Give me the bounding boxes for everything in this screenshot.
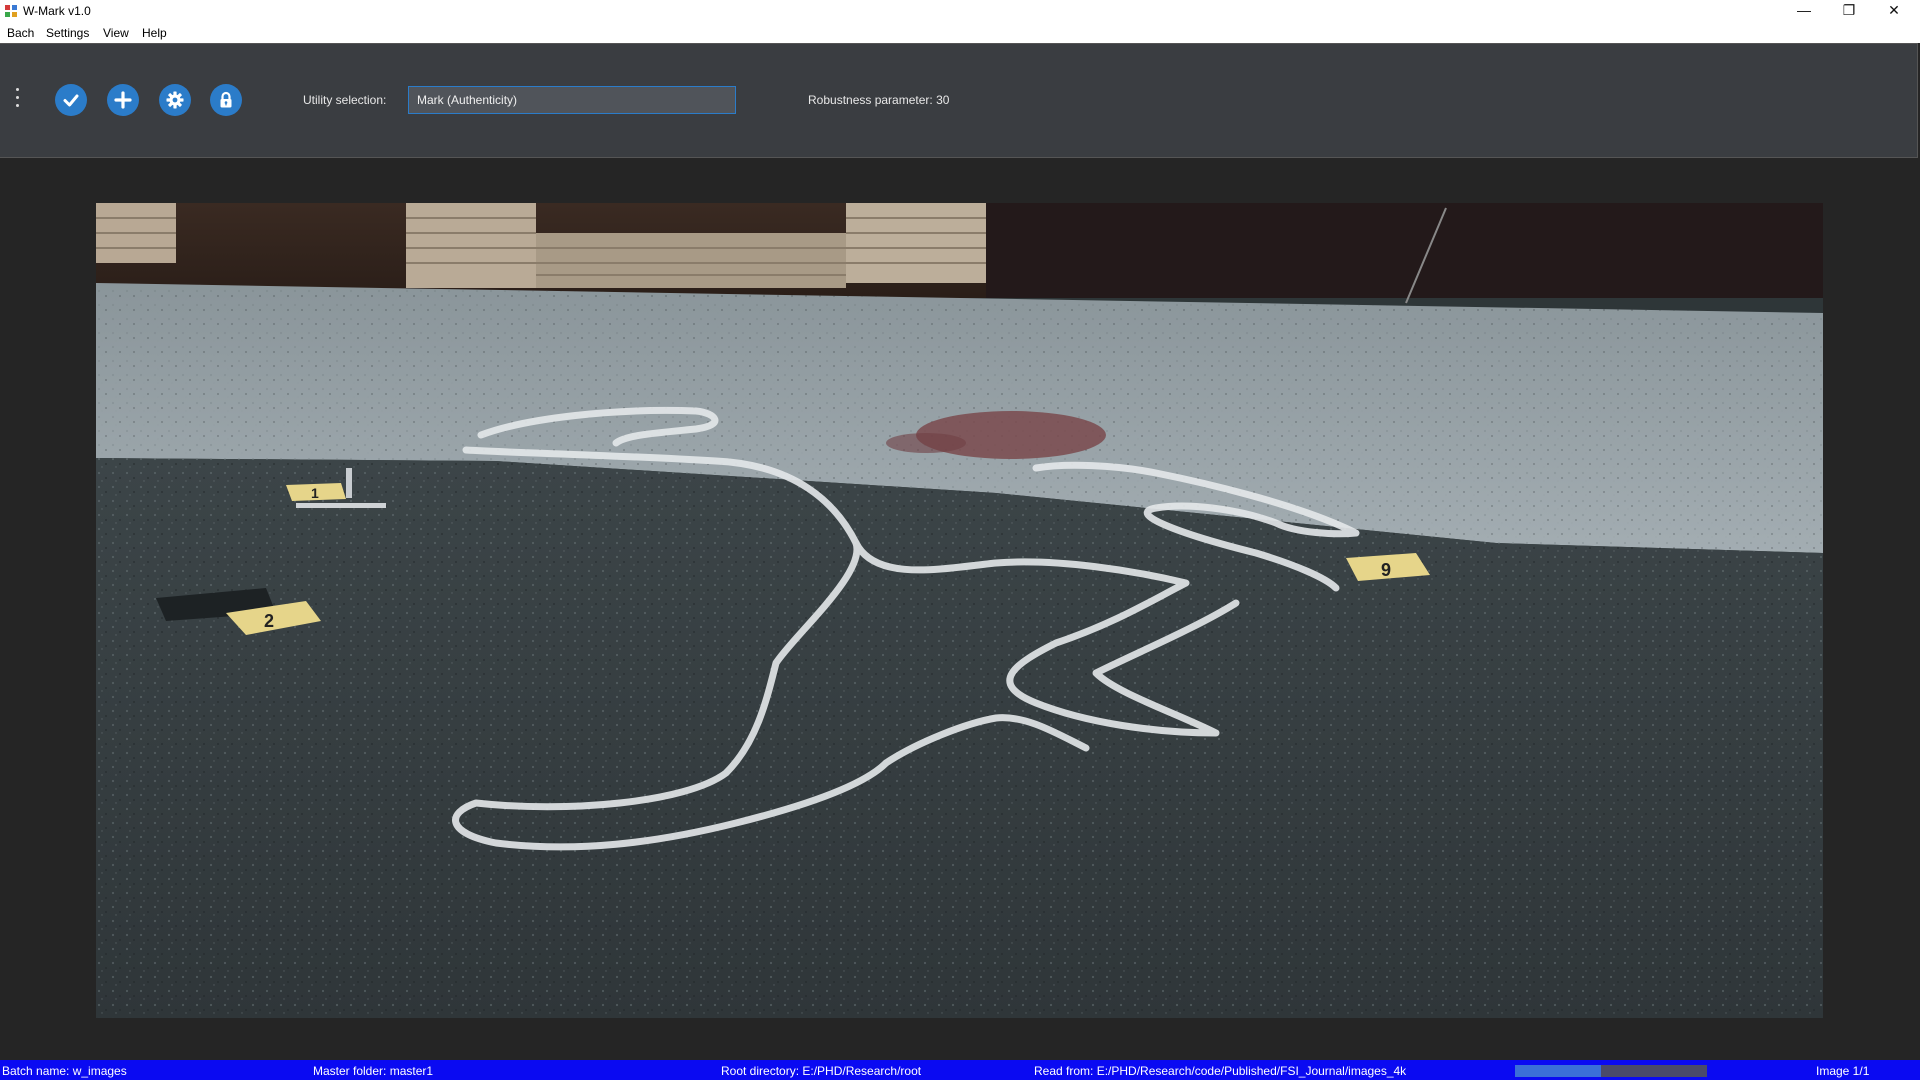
minimize-button[interactable]: — [1781,0,1827,22]
settings-button[interactable] [159,84,191,116]
root-directory: Root directory: E:/PHD/Research/root [721,1064,922,1078]
window-title: W-Mark v1.0 [23,4,91,18]
plus-icon [114,91,132,109]
evidence-marker-9-label: 9 [1381,560,1391,580]
status-bar: Batch name: w_images Master folder: mast… [0,1060,1920,1080]
title-bar: W-Mark v1.0 — ❐ ✕ [0,0,1920,22]
utility-selection-label: Utility selection: [303,93,387,107]
robustness-parameter: Robustness parameter: 30 [808,93,950,107]
gear-icon [166,91,184,109]
master-folder: Master folder: master1 [313,1064,434,1078]
check-icon [63,94,79,107]
crime-scene-image: 1 2 9 [96,203,1823,1018]
image-display[interactable]: 1 2 9 [96,203,1823,1018]
menu-settings[interactable]: Settings [46,26,89,40]
image-counter: Image 1/1 [1816,1064,1870,1078]
lock-icon [220,91,232,108]
menu-bach[interactable]: Bach [7,26,34,40]
menu-help[interactable]: Help [142,26,167,40]
menu-view[interactable]: View [103,26,129,40]
close-button[interactable]: ✕ [1871,0,1917,22]
add-button[interactable] [107,84,139,116]
image-viewer: 1 2 9 [0,158,1920,1060]
toolbar [0,43,1918,158]
evidence-marker-1-label: 1 [311,485,319,501]
utility-selection-dropdown[interactable]: Mark (Authenticity) [408,86,736,114]
evidence-marker-2-label: 2 [264,611,274,631]
apply-button[interactable] [55,84,87,116]
app-logo-icon [5,5,17,17]
lock-button[interactable] [210,84,242,116]
progress-bar [1515,1065,1707,1077]
menu-bar: Bach Settings View Help [0,22,1920,43]
progress-fill [1515,1065,1602,1077]
batch-name: Batch name: w_images [2,1064,127,1078]
restore-button[interactable]: ❐ [1826,0,1872,22]
more-options-icon[interactable] [16,88,20,114]
read-from-path: Read from: E:/PHD/Research/code/Publishe… [1034,1064,1407,1078]
